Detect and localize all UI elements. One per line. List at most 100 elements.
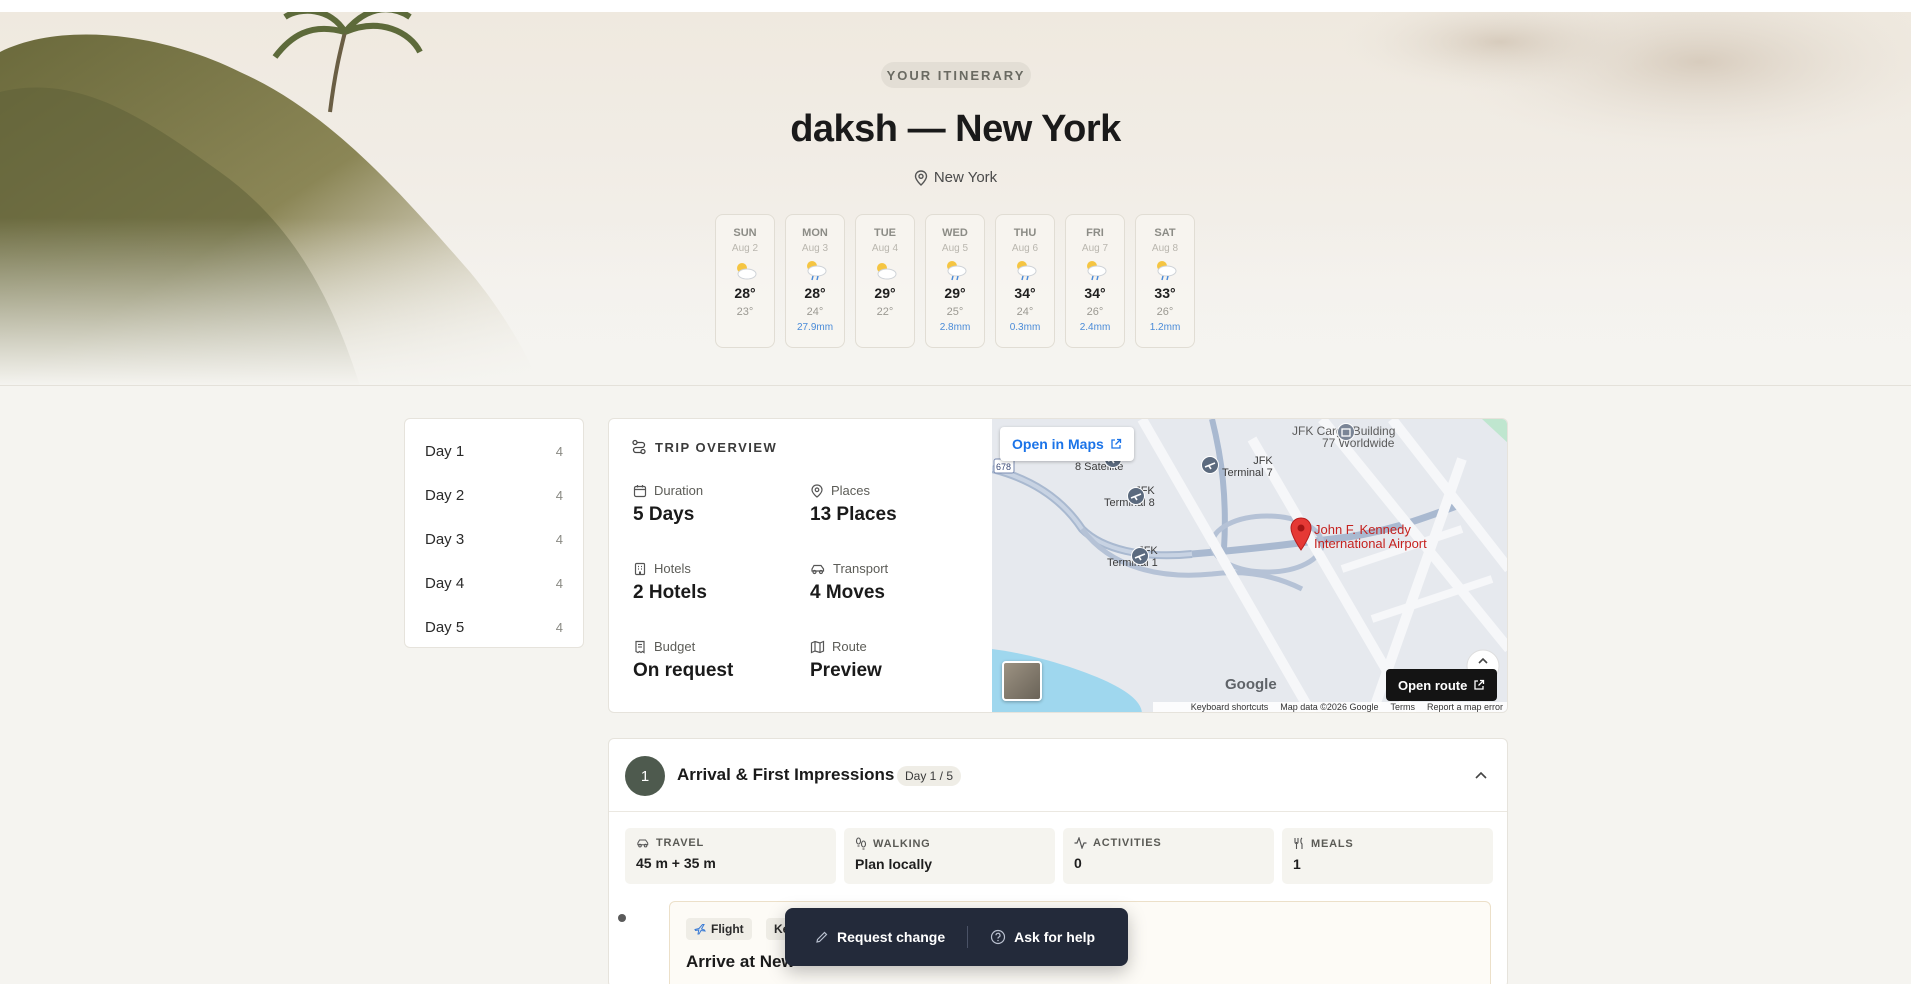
map-footer: Keyboard shortcuts Map data ©2026 Google… [1153,702,1507,712]
activity-title: Arrive at New [686,952,795,971]
airport-marker-icon[interactable] [1127,487,1145,505]
weather-date: Aug 4 [871,243,899,254]
trip-overview-title: TRIP OVERVIEW [655,439,778,455]
weather-precip: 1.2mm [1149,322,1181,333]
sidebar-item-label: Day 4 [425,574,465,592]
weather-high: 29° [874,285,896,301]
sidebar-item-day-4[interactable]: Day 4 4 [405,561,583,605]
map-layer-toggle[interactable] [1002,661,1042,701]
destination-pin-icon[interactable] [1289,517,1313,551]
activity-type-label: Flight [711,922,744,936]
stat-route: Route Preview [810,639,980,682]
trip-overview-card: TRIP OVERVIEW Duration 5 Days Places 13 … [608,418,1508,713]
map-label-text: 77 Worldwide [1322,436,1395,450]
metric-label: TRAVEL [656,837,704,849]
rain-sun-icon [1157,261,1177,281]
map-pin-icon [811,483,823,498]
stat-label: Duration [654,483,704,498]
weather-day-name: SAT [1154,227,1176,239]
keyboard-shortcuts-link[interactable]: Keyboard shortcuts [1191,702,1269,712]
calendar-icon [633,484,647,497]
car-icon [637,839,649,848]
weather-day: SUN Aug 2 28° 23° [715,214,775,348]
google-logo: Google [1225,676,1277,693]
request-change-label: Request change [837,929,946,945]
weather-day-name: MON [802,227,828,239]
activity-type-chip: Flight [686,918,752,940]
metric-value: 45 m + 35 m [636,855,716,871]
weather-high: 28° [734,285,756,301]
weather-high: 33° [1154,285,1176,301]
help-circle-icon [991,929,1006,945]
weather-precip: 2.8mm [939,322,971,333]
route-map[interactable]: 678 JFK Cargo Building 77 Worldwide 8 Sat… [992,419,1507,712]
sidebar-item-count: 4 [555,487,563,503]
stat-label: Transport [833,561,889,576]
sidebar-item-count: 4 [555,619,563,635]
map-label-text: International Airport [1314,536,1427,551]
sidebar-item-day-1[interactable]: Day 1 4 [405,429,583,473]
weather-day-name: FRI [1086,227,1104,239]
stat-hotels: Hotels 2 Hotels [633,561,803,604]
metric-activities: ACTIVITIES 0 [1063,828,1274,884]
metric-value: 0 [1074,855,1082,871]
weather-day: FRI Aug 7 34° 26° 2.4mm [1065,214,1125,348]
sidebar-item-day-2[interactable]: Day 2 4 [405,473,583,517]
sidebar-item-count: 4 [555,575,563,591]
map-data-attribution: Map data ©2026 Google [1280,702,1379,712]
footprints-icon [855,837,867,850]
sidebar-item-day-5[interactable]: Day 5 4 [405,605,583,649]
stat-budget: Budget On request [633,639,803,682]
day-progress-badge: Day 1 / 5 [897,766,962,786]
page-title: daksh — New York [790,108,1121,150]
day-title: Arrival & First Impressions [677,765,895,784]
airport-marker-icon[interactable] [1131,547,1149,565]
stat-duration: Duration 5 Days [633,483,803,526]
building-icon [634,562,646,575]
stat-label: Places [831,483,871,498]
request-change-button[interactable]: Request change [815,929,945,945]
day-card-header[interactable]: 1 Arrival & First Impressions Day 1 / 5 [609,739,1507,812]
building-marker-icon[interactable] [1337,423,1355,441]
metric-value: Plan locally [855,856,933,872]
external-link-icon [1111,438,1121,449]
ask-for-help-button[interactable]: Ask for help [990,929,1095,945]
metric-walking: WALKING Plan locally [844,828,1055,884]
open-in-maps-button[interactable]: Open in Maps [1000,427,1134,461]
weather-low: 26° [1086,306,1104,318]
weather-day-name: THU [1013,227,1037,239]
hero-location-text: New York [933,169,998,186]
weather-date: Aug 7 [1081,243,1109,254]
weather-low: 24° [806,306,824,318]
day-metrics: TRAVEL 45 m + 35 m WALKING Plan locally … [625,828,1493,884]
sidebar-item-day-3[interactable]: Day 3 4 [405,517,583,561]
report-map-error-link[interactable]: Report a map error [1427,702,1503,712]
stat-label: Route [832,639,867,654]
activity-pulse-icon [1074,837,1087,849]
open-route-button[interactable]: Open route [1386,669,1498,701]
map-label-text: JFK [1253,455,1273,467]
timeline-dot [618,914,626,922]
day-sidebar: Day 1 4 Day 2 4 Day 3 4 Day 4 4 Day 5 4 [404,418,584,648]
weather-date: Aug 6 [1011,243,1039,254]
metric-label: MEALS [1311,837,1354,850]
rain-sun-icon [947,261,967,281]
weather-precip: 0.3mm [1009,322,1041,333]
sidebar-item-label: Day 1 [425,442,465,460]
sidebar-item-label: Day 3 [425,530,465,548]
airport-marker-icon[interactable] [1201,456,1219,474]
weather-low: 24° [1016,306,1034,318]
weather-date: Aug 8 [1151,243,1179,254]
stat-value: On request [633,660,734,681]
car-icon [811,564,825,574]
terms-link[interactable]: Terms [1390,702,1415,712]
stat-value: 2 Hotels [633,582,707,603]
weather-precip: 2.4mm [1079,322,1111,333]
floating-action-bar: Request change Ask for help [785,908,1128,966]
open-route-label: Open route [1398,677,1468,693]
chevron-up-icon[interactable] [1473,768,1489,784]
sidebar-item-count: 4 [555,531,563,547]
sidebar-item-count: 4 [555,443,563,459]
map-pin-icon [914,169,928,186]
hero-location: New York [0,169,1911,186]
